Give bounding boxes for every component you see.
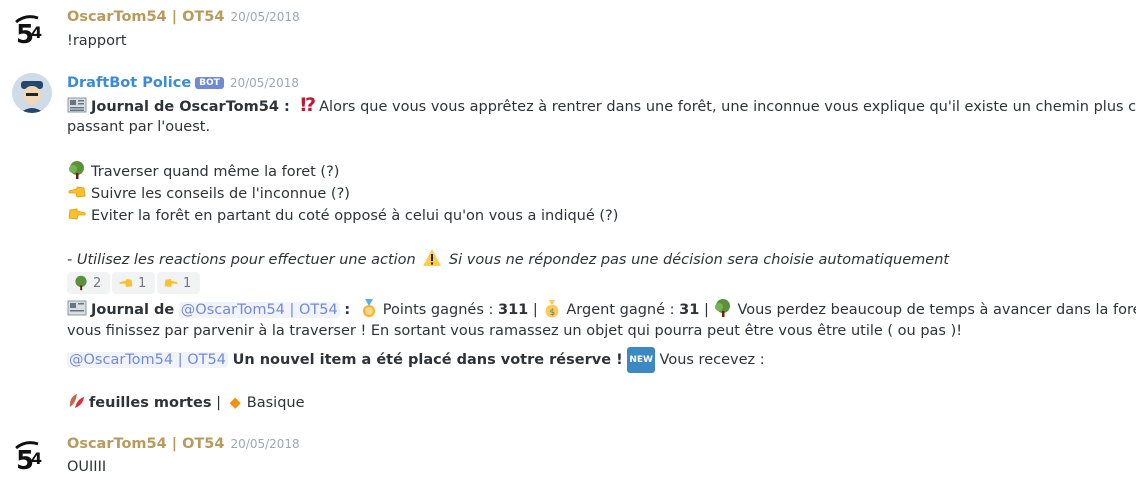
user-avatar[interactable]: 5 4	[12, 12, 52, 52]
bot-avatar[interactable]	[12, 73, 52, 113]
user-mention[interactable]: @OscarTom54 | OT54	[178, 302, 340, 318]
journal-name: OscarTom54 :	[179, 99, 290, 115]
separator: |	[703, 302, 709, 318]
choice-text: Suivre les conseils de l'inconnue (?)	[91, 186, 350, 202]
message-text: OUIIII	[67, 459, 107, 475]
user-mention[interactable]: @OscarTom54 | OT54	[67, 352, 228, 368]
choice-3: Eviter la forêt en partant du coté oppos…	[67, 204, 618, 227]
reactions-bar: 2 1 1	[67, 272, 207, 294]
separator: |	[532, 302, 538, 318]
outcome-text-continued: vous finissez par parvenir à la traverse…	[67, 323, 963, 339]
item-notice-line: @OscarTom54 | OT54 Un nouvel item a été …	[67, 347, 765, 373]
points-value: 311	[498, 302, 529, 318]
message-header: OscarTom54 | OT54 20/05/2018	[67, 9, 300, 25]
money-value: 31	[679, 302, 700, 318]
author-name[interactable]: DraftBot Police	[67, 75, 191, 91]
bot-badge: BOT	[195, 77, 224, 89]
point-right-icon	[68, 208, 86, 220]
timestamp: 20/05/2018	[230, 437, 300, 451]
item-line: feuilles mortes | ◆ Basique	[67, 391, 305, 414]
result-line: Journal de @OscarTom54 | OT54 : Points g…	[67, 298, 1136, 321]
svg-text:4: 4	[31, 23, 42, 42]
instruction-line: - Utilisez les reactions pour effectuer …	[67, 248, 949, 271]
timestamp: 20/05/2018	[229, 76, 299, 90]
warning-icon	[423, 249, 442, 266]
money-label: Argent gagné :	[566, 302, 675, 318]
reaction-point-right[interactable]: 1	[157, 272, 200, 294]
choice-2: Suivre les conseils de l'inconnue (?)	[67, 182, 350, 205]
message-3: 5 4 OscarTom54 | OT54 20/05/2018 OUIIII	[0, 428, 1136, 481]
instruction-text: - Utilisez les reactions pour effectuer …	[67, 252, 416, 268]
tree-icon	[69, 161, 84, 179]
event-text: Alors que vous vous apprêtez à rentrer d…	[319, 99, 1136, 115]
reaction-point-left[interactable]: 1	[112, 272, 155, 294]
event-text-continued: passant par l'ouest.	[67, 119, 211, 135]
separator: |	[216, 395, 222, 411]
journal-label: Journal de	[91, 302, 175, 318]
journal-label: Journal de	[91, 99, 180, 115]
points-label: Points gagnés :	[382, 302, 494, 318]
message-text: !rapport	[67, 33, 127, 49]
diamond-icon: ◆	[229, 395, 241, 411]
reaction-count: 1	[138, 275, 147, 291]
choice-1: Traverser quand même la foret (?)	[67, 160, 339, 183]
money-bag-icon: $	[545, 300, 559, 318]
item-notice-headline: Un nouvel item a été placé dans votre ré…	[232, 352, 623, 368]
message-header: DraftBot Police BOT 20/05/2018	[67, 75, 299, 91]
point-left-icon	[119, 279, 133, 287]
newspaper-icon	[67, 97, 87, 113]
fallen-leaf-icon	[69, 394, 84, 408]
tree-icon	[715, 299, 731, 317]
newspaper-icon	[67, 300, 87, 316]
journal-line: Journal de OscarTom54 : ⁉ Alors que vous …	[67, 94, 1136, 118]
timestamp: 20/05/2018	[230, 10, 300, 24]
interrobang-icon: ⁉	[300, 94, 317, 116]
instruction-text-2: Si vous ne répondez pas une décision ser…	[448, 252, 950, 268]
point-left-icon	[68, 186, 86, 198]
message-1: 5 4 OscarTom54 | OT54 20/05/2018 !rapport	[0, 0, 1136, 60]
author-name[interactable]: OscarTom54 | OT54	[67, 9, 225, 25]
choice-text: Traverser quand même la foret (?)	[91, 164, 340, 180]
user-avatar[interactable]: 5 4	[12, 438, 52, 478]
svg-text:4: 4	[31, 449, 42, 468]
message-2: DraftBot Police BOT 20/05/2018 Journal de …	[0, 70, 1136, 420]
point-right-icon	[164, 279, 178, 287]
author-name[interactable]: OscarTom54 | OT54	[67, 436, 225, 452]
item-name: feuilles mortes	[89, 395, 212, 411]
outcome-text: Vous perdez beaucoup de temps à avancer …	[737, 302, 1136, 318]
svg-text:$: $	[550, 308, 556, 318]
reaction-tree[interactable]: 2	[67, 272, 110, 294]
medal-icon	[362, 299, 375, 317]
new-icon: NEW	[627, 347, 655, 373]
message-header: OscarTom54 | OT54 20/05/2018	[67, 436, 300, 452]
receive-text: Vous recevez :	[659, 352, 765, 368]
tree-icon	[75, 275, 87, 291]
reaction-count: 1	[183, 275, 192, 291]
colon: :	[344, 302, 351, 318]
choice-text: Eviter la forêt en partant du coté oppos…	[91, 208, 619, 224]
item-rarity: Basique	[246, 395, 305, 411]
reaction-count: 2	[93, 275, 102, 291]
